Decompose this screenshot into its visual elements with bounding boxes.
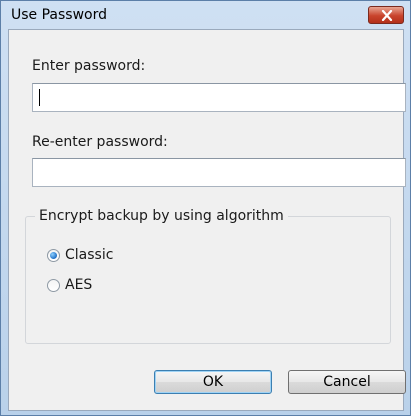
confirm-password-input[interactable] — [32, 158, 406, 187]
ok-button[interactable]: OK — [154, 370, 272, 394]
radio-classic-label: Classic — [65, 247, 114, 263]
text-caret — [39, 89, 40, 106]
password-input[interactable] — [32, 83, 406, 112]
close-button[interactable] — [368, 6, 404, 24]
password-label: Enter password: — [32, 58, 146, 74]
use-password-dialog: Use Password Enter password: Re-enter pa… — [0, 0, 411, 416]
radio-aes-label: AES — [65, 277, 93, 293]
radio-selected-icon — [47, 249, 60, 262]
title-bar[interactable]: Use Password — [1, 1, 410, 29]
confirm-password-label: Re-enter password: — [32, 134, 168, 150]
radio-unselected-icon — [47, 279, 60, 292]
close-icon — [381, 10, 393, 21]
algorithm-group-label: Encrypt backup by using algorithm — [35, 208, 288, 224]
window-title: Use Password — [11, 7, 107, 23]
cancel-button[interactable]: Cancel — [288, 370, 406, 394]
